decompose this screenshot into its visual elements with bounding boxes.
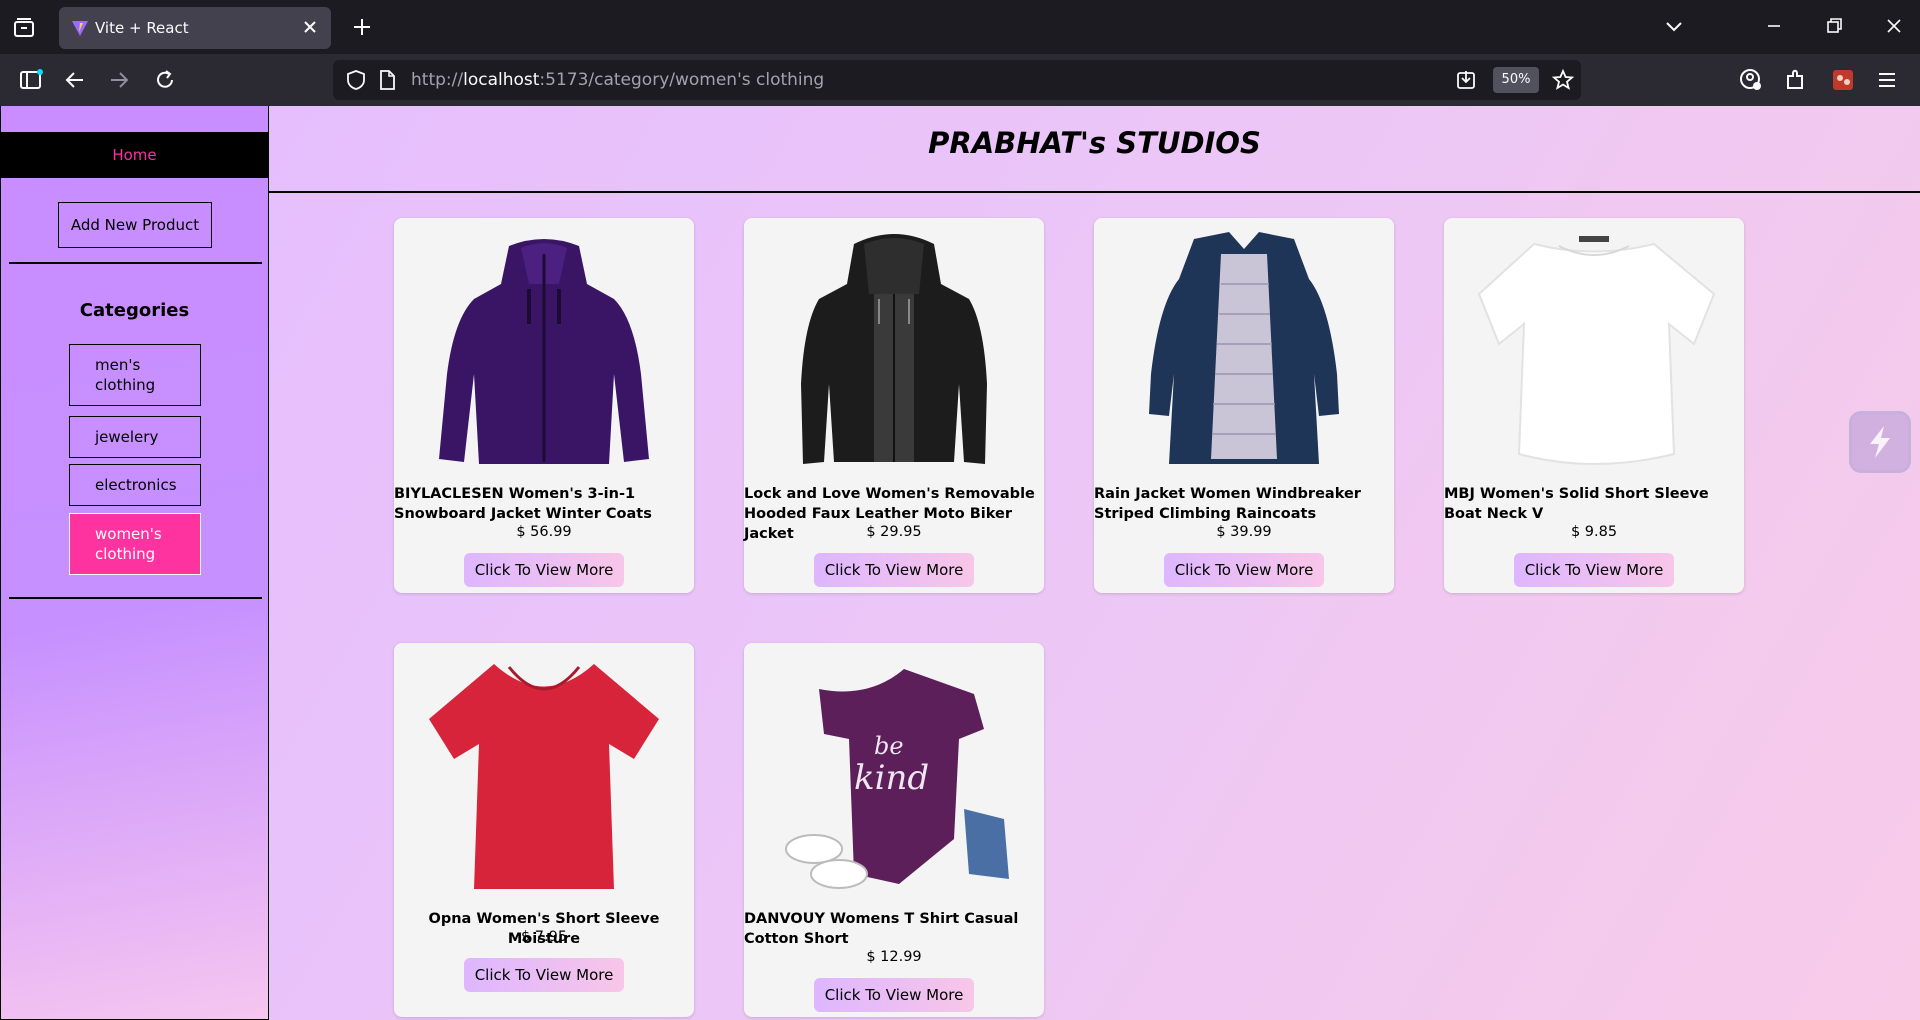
url-prefix: http:// [411,70,464,90]
vite-favicon-icon [72,21,88,36]
extension-app-icon[interactable] [1830,67,1856,93]
home-nav[interactable]: Home [1,132,268,178]
navy-raincoat-image[interactable] [1109,224,1379,474]
extensions-puzzle-icon[interactable] [1783,67,1809,93]
product-price: $ 9.85 [1570,524,1618,540]
url-path: :5173/category/women's clothing [539,70,825,90]
floating-extension-widget[interactable] [1849,411,1911,473]
product-card: Rain Jacket Women Windbreaker Striped Cl… [1094,218,1394,593]
title-divider [269,191,1920,193]
url-host: localhost [463,70,540,90]
browser-nav-bar: http://localhost:5173/category/women's c… [0,54,1920,106]
product-price: $ 29.95 [866,524,922,540]
new-tab-icon[interactable] [350,15,374,39]
page-icon[interactable] [377,69,397,91]
view-more-button[interactable]: Click To View More [1514,553,1674,587]
purple-tshirt-image[interactable]: be kind [759,649,1029,899]
shield-icon[interactable] [345,69,367,91]
sidebar: Home Add New Product Categories men's cl… [0,106,269,1020]
view-more-button[interactable]: Click To View More [464,958,624,992]
browser-tab[interactable]: Vite + React [59,7,331,49]
close-tab-icon[interactable] [299,16,321,38]
forward-arrow-icon[interactable] [106,67,132,93]
address-bar[interactable]: http://localhost:5173/category/women's c… [333,60,1581,100]
sidebar-toggle-icon[interactable] [18,67,44,93]
product-name: MBJ Women's Solid Short Sleeve Boat Neck… [1444,486,1709,522]
close-window-icon[interactable] [1882,14,1906,38]
product-name: Rain Jacket Women Windbreaker Striped Cl… [1094,486,1361,522]
minimize-icon[interactable] [1762,14,1786,38]
categories-heading: Categories [79,300,190,321]
zoom-indicator[interactable]: 50% [1493,67,1539,93]
page-viewport: Home Add New Product Categories men's cl… [0,106,1920,1020]
main-content: PRABHAT's STUDIOS BIYLACLESEN Women's 3-… [269,106,1920,1020]
black-leather-jacket-image[interactable] [759,224,1029,474]
category-jewelery[interactable]: jewelery [69,416,201,458]
list-all-tabs-icon[interactable] [1662,14,1686,38]
product-card: Lock and Love Women's Removable Hooded F… [744,218,1044,593]
bookmark-star-icon[interactable] [1551,68,1575,92]
tab-title: Vite + React [95,19,189,37]
product-name: BIYLACLESEN Women's 3-in-1 Snowboard Jac… [394,486,652,522]
site-title: PRABHAT's STUDIOS [928,126,1261,160]
product-card: Opna Women's Short Sleeve Moisture $ 7.9… [394,643,694,1017]
shirt-print-text: kind [854,758,929,798]
menu-hamburger-icon[interactable] [1874,67,1900,93]
view-more-button[interactable]: Click To View More [464,553,624,587]
product-price: $ 56.99 [516,524,572,540]
sidebar-divider [9,262,262,264]
category-womens-clothing[interactable]: women's clothing [69,513,201,575]
shirt-print-text: be [874,732,904,760]
view-more-button[interactable]: Click To View More [814,978,974,1012]
category-electronics[interactable]: electronics [69,464,201,506]
tab-list-icon[interactable] [12,16,36,40]
white-top-image[interactable] [1459,224,1729,474]
restore-icon[interactable] [1822,14,1846,38]
product-price: $ 7.95 [520,929,568,945]
view-more-button[interactable]: Click To View More [814,553,974,587]
product-price: $ 39.99 [1216,524,1272,540]
product-card: be kind DANVOUY Womens T Shirt Casual Co… [744,643,1044,1017]
product-price: $ 12.99 [866,949,922,965]
product-name: DANVOUY Womens T Shirt Casual Cotton Sho… [744,911,1019,947]
url-text[interactable]: http://localhost:5173/category/women's c… [411,70,824,90]
sidebar-divider [9,597,262,599]
account-icon[interactable] [1738,67,1764,93]
lightning-bolt-icon [1870,426,1890,458]
add-new-product-button[interactable]: Add New Product [58,202,212,248]
download-page-icon[interactable] [1455,69,1477,91]
back-arrow-icon[interactable] [62,67,88,93]
category-mens-clothing[interactable]: men's clothing [69,344,201,406]
home-link[interactable]: Home [112,146,156,164]
product-card: BIYLACLESEN Women's 3-in-1 Snowboard Jac… [394,218,694,593]
browser-tab-bar: Vite + React [0,0,1920,54]
purple-jacket-image[interactable] [409,224,679,474]
red-tshirt-image[interactable] [409,649,679,899]
reload-icon[interactable] [152,67,178,93]
view-more-button[interactable]: Click To View More [1164,553,1324,587]
product-card: MBJ Women's Solid Short Sleeve Boat Neck… [1444,218,1744,593]
